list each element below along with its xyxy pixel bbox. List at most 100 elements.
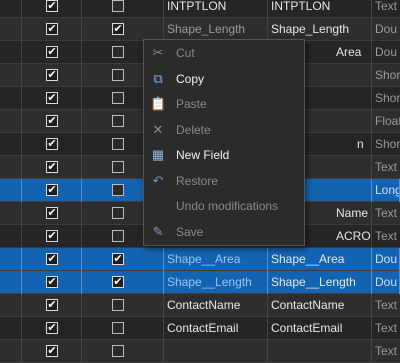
menu-item-copy[interactable]: ⧉ Copy (144, 67, 304, 91)
visible-checkbox[interactable]: ✔ (46, 299, 58, 311)
alias-cell[interactable] (268, 340, 372, 363)
row-header-cell[interactable] (0, 294, 22, 317)
visible-checkbox[interactable]: ✔ (46, 322, 58, 334)
field-name-cell[interactable]: Shape__Length (164, 271, 268, 294)
readonly-checkbox[interactable] (112, 0, 124, 12)
data-type-cell[interactable]: Shor (372, 64, 400, 87)
visible-checkbox[interactable]: ✔ (46, 0, 58, 12)
new-field-icon: ▦ (151, 147, 165, 162)
data-type-cell[interactable]: Text (372, 156, 400, 179)
scissors-icon: ✂ (152, 45, 164, 60)
readonly-checkbox[interactable] (112, 345, 124, 357)
data-type-cell[interactable]: Dou (372, 248, 400, 271)
table-row[interactable]: ✔ ContactName ContactName Text (0, 294, 400, 317)
field-name-cell[interactable] (164, 340, 268, 363)
row-header-cell[interactable] (0, 87, 22, 110)
menu-item-restore[interactable]: ↶ Restore (144, 169, 304, 193)
alias-cell[interactable]: Shape__Length (268, 271, 372, 294)
row-header-cell[interactable] (0, 248, 22, 271)
visible-checkbox[interactable]: ✔ (46, 184, 58, 196)
visible-cell: ✔ (22, 271, 82, 294)
row-header-cell[interactable] (0, 41, 22, 64)
table-row[interactable]: ✔ Text (0, 340, 400, 363)
alias-cell[interactable]: ContactEmail (268, 317, 372, 340)
row-header-cell[interactable] (0, 133, 22, 156)
data-type-cell[interactable]: Text (372, 202, 400, 225)
readonly-checkbox[interactable] (112, 184, 124, 196)
visible-cell: ✔ (22, 110, 82, 133)
data-type-cell[interactable]: Dou (372, 41, 400, 64)
readonly-checkbox[interactable]: ✔ (112, 23, 124, 35)
menu-item-undo-modifications[interactable]: Undo modifications (144, 194, 304, 218)
alias-cell[interactable]: INTPTLON (268, 0, 372, 18)
visible-checkbox[interactable]: ✔ (46, 230, 58, 242)
data-type-cell[interactable]: Text (372, 294, 400, 317)
table-row[interactable]: ✔ ✔ Shape__Area Shape__Area Dou (0, 248, 400, 271)
visible-checkbox[interactable]: ✔ (46, 207, 58, 219)
readonly-checkbox[interactable] (112, 161, 124, 173)
visible-checkbox[interactable]: ✔ (46, 69, 58, 81)
readonly-checkbox[interactable] (112, 46, 124, 58)
readonly-checkbox[interactable] (112, 230, 124, 242)
visible-checkbox[interactable]: ✔ (46, 115, 58, 127)
table-row[interactable]: ✔ ✔ Shape__Length Shape__Length Dou (0, 271, 400, 294)
visible-cell: ✔ (22, 225, 82, 248)
visible-checkbox[interactable]: ✔ (46, 23, 58, 35)
readonly-checkbox[interactable] (112, 92, 124, 104)
readonly-checkbox[interactable]: ✔ (112, 276, 124, 288)
row-header-cell[interactable] (0, 156, 22, 179)
row-header-cell[interactable] (0, 64, 22, 87)
data-type-cell[interactable]: Float (372, 110, 400, 133)
row-header-cell[interactable] (0, 18, 22, 41)
data-type-cell[interactable]: Text (372, 340, 400, 363)
readonly-checkbox[interactable]: ✔ (112, 253, 124, 265)
data-type-cell[interactable]: Text (372, 225, 400, 248)
table-row[interactable]: ✔ INTPTLON INTPTLON Text (0, 0, 400, 18)
table-row[interactable]: ✔ ✔ Shape_Length Shape_Length Dou (0, 18, 400, 41)
data-type-cell[interactable]: Text (372, 317, 400, 340)
alias-cell[interactable]: ContactName (268, 294, 372, 317)
field-name-cell[interactable]: ContactEmail (164, 317, 268, 340)
visible-checkbox[interactable]: ✔ (46, 92, 58, 104)
field-name-cell[interactable]: INTPTLON (164, 0, 268, 18)
visible-checkbox[interactable]: ✔ (46, 276, 58, 288)
readonly-checkbox[interactable] (112, 299, 124, 311)
data-type-cell[interactable]: Shor (372, 133, 400, 156)
row-header-cell[interactable] (0, 179, 22, 202)
data-type-cell[interactable]: Dou (372, 271, 400, 294)
field-name-cell[interactable]: Shape__Area (164, 248, 268, 271)
data-type-cell[interactable]: Dou (372, 18, 400, 41)
row-header-cell[interactable] (0, 340, 22, 363)
row-header-cell[interactable] (0, 110, 22, 133)
visible-checkbox[interactable]: ✔ (46, 46, 58, 58)
data-type-cell[interactable]: Long (372, 179, 400, 202)
readonly-checkbox[interactable] (112, 138, 124, 150)
menu-item-cut[interactable]: ✂ Cut (144, 41, 304, 65)
row-header-cell[interactable] (0, 271, 22, 294)
visible-checkbox[interactable]: ✔ (46, 138, 58, 150)
data-type-cell[interactable]: Text (372, 0, 400, 18)
readonly-cell (82, 317, 164, 340)
row-header-cell[interactable] (0, 0, 22, 18)
row-header-cell[interactable] (0, 225, 22, 248)
row-header-cell[interactable] (0, 202, 22, 225)
menu-item-delete[interactable]: ✕ Delete (144, 118, 304, 142)
visible-checkbox[interactable]: ✔ (46, 161, 58, 173)
field-name-cell[interactable]: ContactName (164, 294, 268, 317)
readonly-checkbox[interactable] (112, 69, 124, 81)
field-name-cell[interactable]: Shape_Length (164, 18, 268, 41)
visible-checkbox[interactable]: ✔ (46, 345, 58, 357)
save-icon: ✎ (152, 223, 164, 239)
readonly-checkbox[interactable] (112, 115, 124, 127)
menu-item-paste[interactable]: 📋 Paste (144, 92, 304, 116)
visible-checkbox[interactable]: ✔ (46, 253, 58, 265)
row-header-cell[interactable] (0, 317, 22, 340)
data-type-cell[interactable]: Shor (372, 87, 400, 110)
alias-cell[interactable]: Shape_Length (268, 18, 372, 41)
alias-cell[interactable]: Shape__Area (268, 248, 372, 271)
readonly-checkbox[interactable] (112, 322, 124, 334)
menu-item-new-field[interactable]: ▦ New Field (144, 143, 304, 167)
menu-item-save[interactable]: ✎ Save (144, 220, 304, 244)
table-row[interactable]: ✔ ContactEmail ContactEmail Text (0, 317, 400, 340)
readonly-checkbox[interactable] (112, 207, 124, 219)
